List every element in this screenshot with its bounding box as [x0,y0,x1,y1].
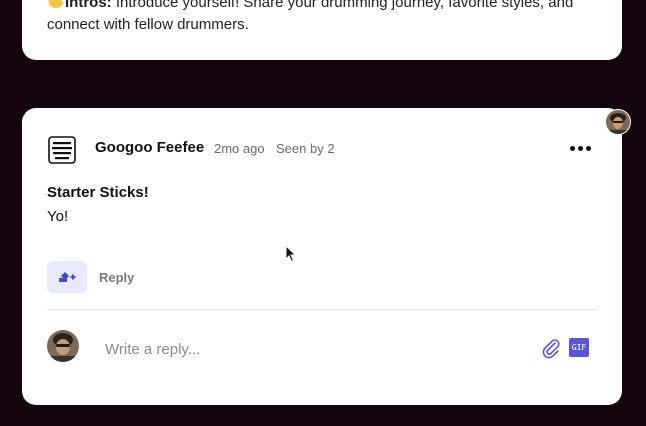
add-reaction-icon [59,272,76,282]
viewer-avatar[interactable] [605,109,631,135]
intro-label: Intros: [65,0,112,11]
current-user-avatar [47,330,79,362]
mouse-cursor-icon [285,245,297,263]
seen-count[interactable]: Seen by 2 [276,141,335,156]
more-options-icon[interactable] [570,144,592,152]
author-avatar-logo[interactable] [48,136,76,164]
divider [47,309,597,310]
intro-text: Intros: Introduce yourself! Share your d… [47,0,607,36]
paperclip-icon[interactable] [540,337,562,359]
post-title: Starter Sticks! [47,184,149,201]
post-body: Yo! [47,208,69,225]
intro-description: Introduce yourself! Share your drumming … [47,0,574,33]
add-reaction-button[interactable] [47,261,87,293]
intro-card: Intros: Introduce yourself! Share your d… [22,0,622,60]
post-author[interactable]: Googoo Feefee [95,139,204,156]
post-card: Googoo Feefee 2mo ago Seen by 2 Starter … [22,108,622,405]
reply-input[interactable] [102,336,528,362]
gif-button[interactable]: GIF [569,338,589,357]
waving-hand-icon [48,0,63,8]
reply-button[interactable]: Reply [99,270,134,285]
post-time: 2mo ago [214,141,265,156]
